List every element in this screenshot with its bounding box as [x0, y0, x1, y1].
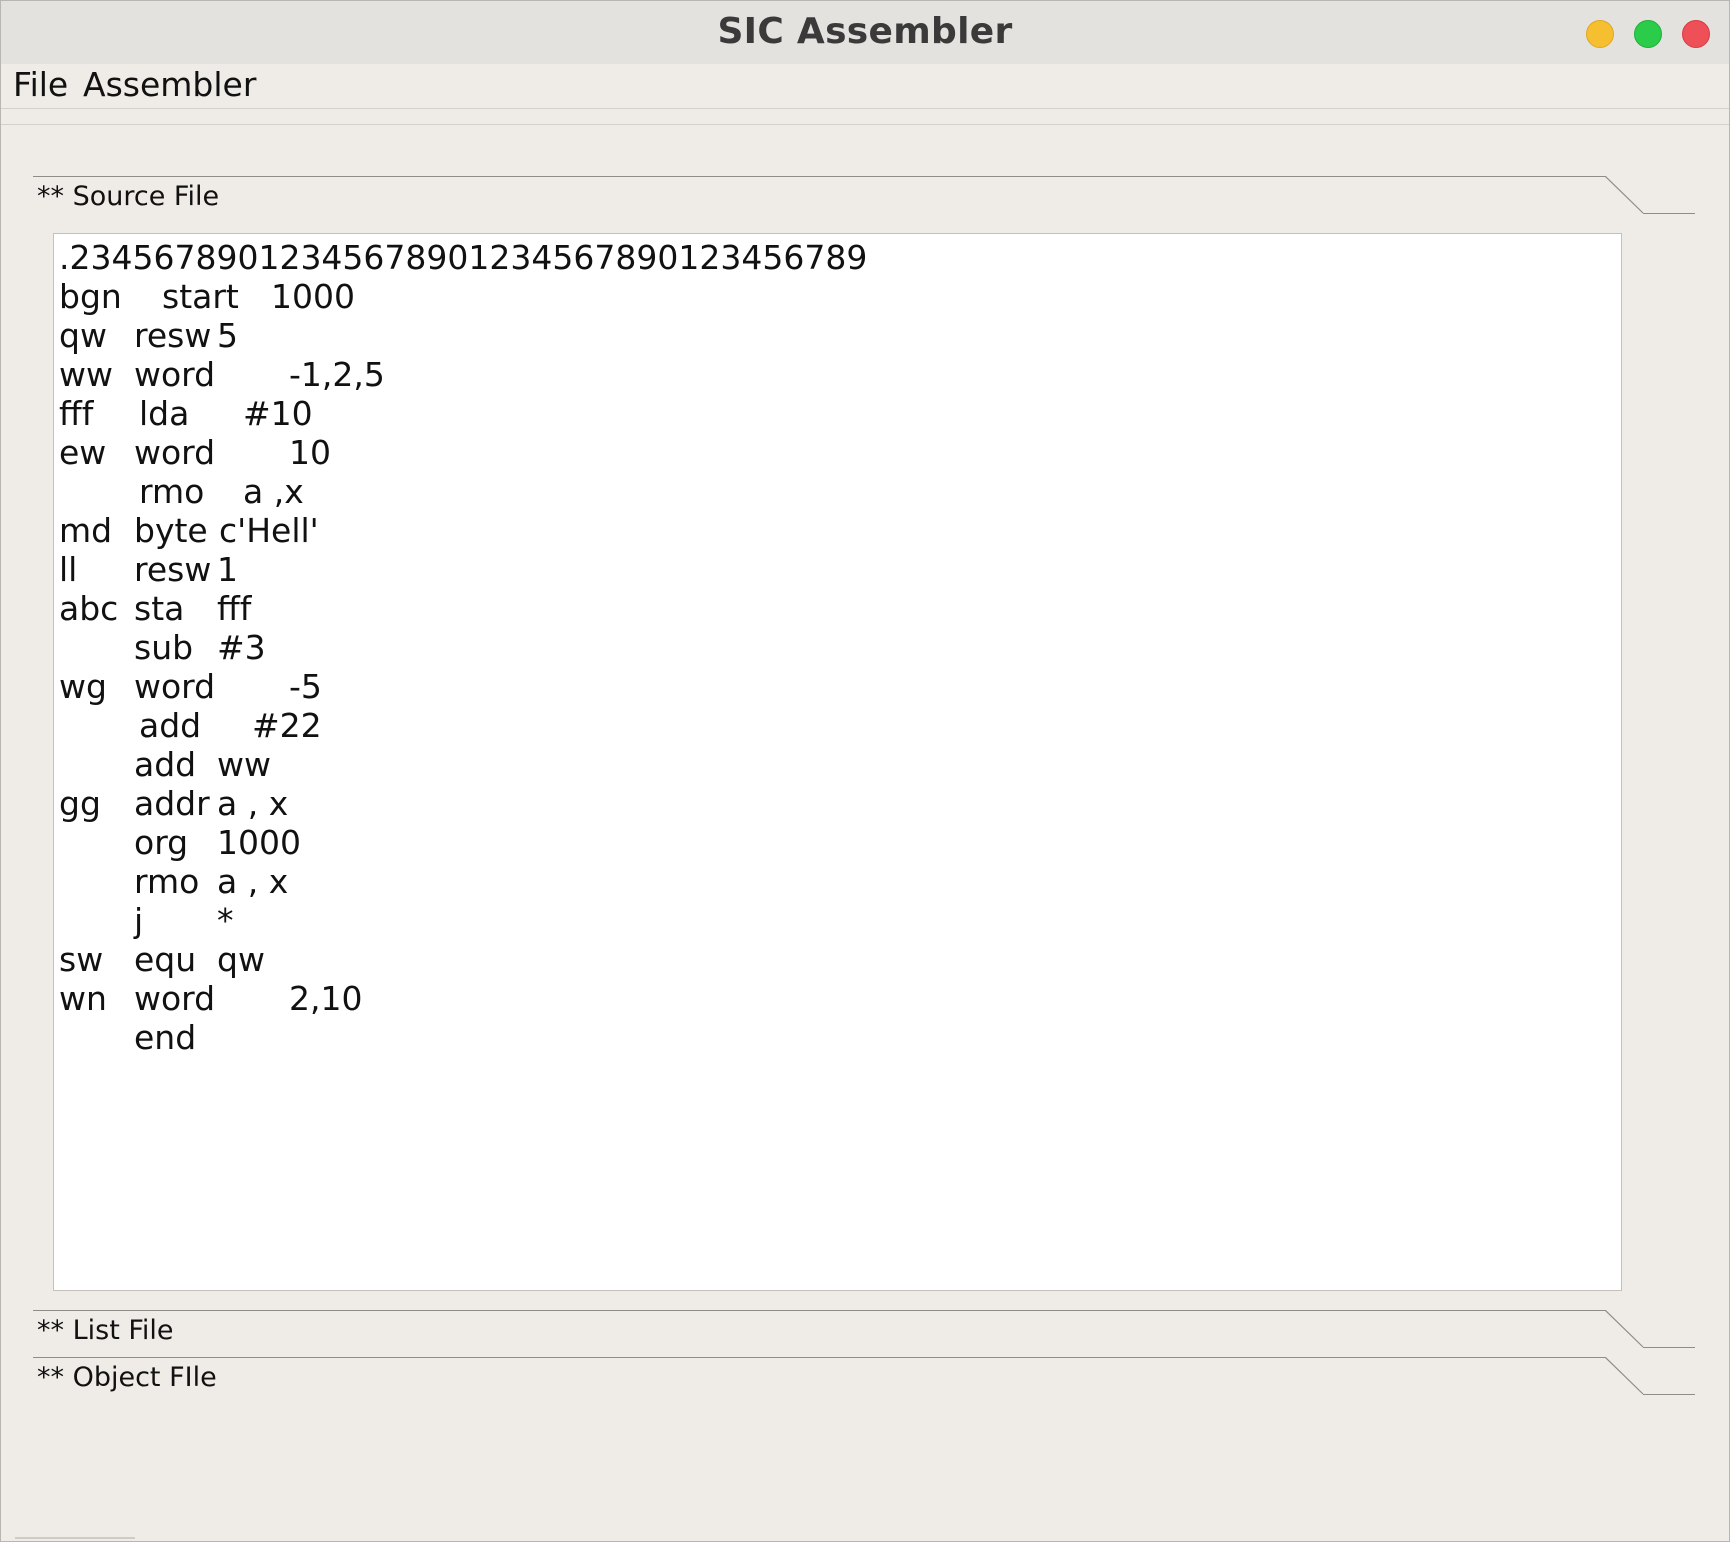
operand-token: #3 [217, 628, 266, 667]
label-token: .23456789012345678901234567890123456789 [59, 238, 868, 277]
opcode-token: equ [134, 940, 197, 979]
menu-bar: File Assembler [1, 64, 1729, 109]
opcode-token: rmo [139, 472, 205, 511]
operand-token: qw [217, 940, 265, 979]
operand-token: ww [217, 745, 271, 784]
opcode-token: rmo [134, 862, 200, 901]
opcode-token: start [162, 277, 239, 316]
operand-token: c'Hell' [219, 511, 319, 550]
operand-token: 1 [217, 550, 238, 589]
header-rule [33, 1310, 1606, 1311]
opcode-token: word [134, 355, 216, 394]
label-token: qw [59, 316, 107, 355]
window-title: SIC Assembler [717, 11, 1013, 52]
label-token: wg [59, 667, 107, 706]
operand-token: 5 [217, 316, 238, 355]
opcode-token: add [134, 745, 197, 784]
header-tail [1643, 1347, 1695, 1348]
header-tail [1643, 213, 1695, 214]
opcode-token: org [134, 823, 189, 862]
opcode-token: j [134, 901, 144, 940]
opcode-token: word [134, 433, 216, 472]
opcode-token: end [134, 1018, 197, 1057]
operand-token: 1000 [217, 823, 301, 862]
close-button[interactable] [1682, 20, 1710, 48]
opcode-token: byte [134, 511, 208, 550]
opcode-token: sub [134, 628, 194, 667]
header-slope [1605, 1310, 1644, 1348]
opcode-token: addr [134, 784, 210, 823]
header-tail [1643, 1394, 1695, 1395]
app-window: SIC Assembler File Assembler ** Source F… [0, 0, 1730, 1542]
header-rule [33, 1357, 1606, 1358]
label-token: ew [59, 433, 107, 472]
object-file-header[interactable]: ** Object FIle [33, 1357, 1695, 1397]
operand-token: a , x [217, 784, 289, 823]
label-token: sw [59, 940, 104, 979]
title-bar[interactable]: SIC Assembler [1, 1, 1729, 64]
opcode-token: sta [134, 589, 185, 628]
label-token: ll [59, 550, 78, 589]
label-token: bgn [59, 277, 122, 316]
operand-token: -5 [289, 667, 322, 706]
label-token: fff [59, 394, 94, 433]
list-file-label: ** List File [37, 1315, 174, 1346]
header-rule [33, 176, 1606, 177]
operand-token: -1,2,5 [289, 355, 385, 394]
label-token: wn [59, 979, 107, 1018]
header-slope [1605, 1357, 1644, 1395]
list-file-header[interactable]: ** List File [33, 1310, 1695, 1350]
header-slope [1605, 176, 1644, 214]
operand-token: #10 [243, 394, 313, 433]
operand-token: 2,10 [289, 979, 363, 1018]
label-token: ww [59, 355, 113, 394]
operand-token: * [217, 901, 234, 940]
label-token: gg [59, 784, 101, 823]
label-token: abc [59, 589, 119, 628]
minimize-button[interactable] [1586, 20, 1614, 48]
operand-token: 10 [289, 433, 331, 472]
source-editor[interactable]: .23456789012345678901234567890123456789 b… [53, 233, 1622, 1291]
opcode-token: word [134, 979, 216, 1018]
menu-assembler[interactable]: Assembler [83, 66, 256, 104]
operand-token: a , x [217, 862, 289, 901]
maximize-button[interactable] [1634, 20, 1662, 48]
opcode-token: resw [134, 316, 212, 355]
operand-token: 1000 [271, 277, 355, 316]
toolbar-strip [1, 109, 1729, 125]
operand-token: #22 [252, 706, 322, 745]
opcode-token: word [134, 667, 216, 706]
object-file-label: ** Object FIle [37, 1362, 217, 1393]
opcode-token: add [139, 706, 202, 745]
status-remnant [15, 1537, 135, 1539]
opcode-token: resw [134, 550, 212, 589]
opcode-token: lda [139, 394, 190, 433]
operand-token: fff [217, 589, 252, 628]
label-token: md [59, 511, 113, 550]
source-file-header[interactable]: ** Source File [33, 176, 1695, 216]
menu-file[interactable]: File [13, 66, 68, 104]
source-file-label: ** Source File [37, 181, 220, 212]
operand-token: a ,x [243, 472, 304, 511]
